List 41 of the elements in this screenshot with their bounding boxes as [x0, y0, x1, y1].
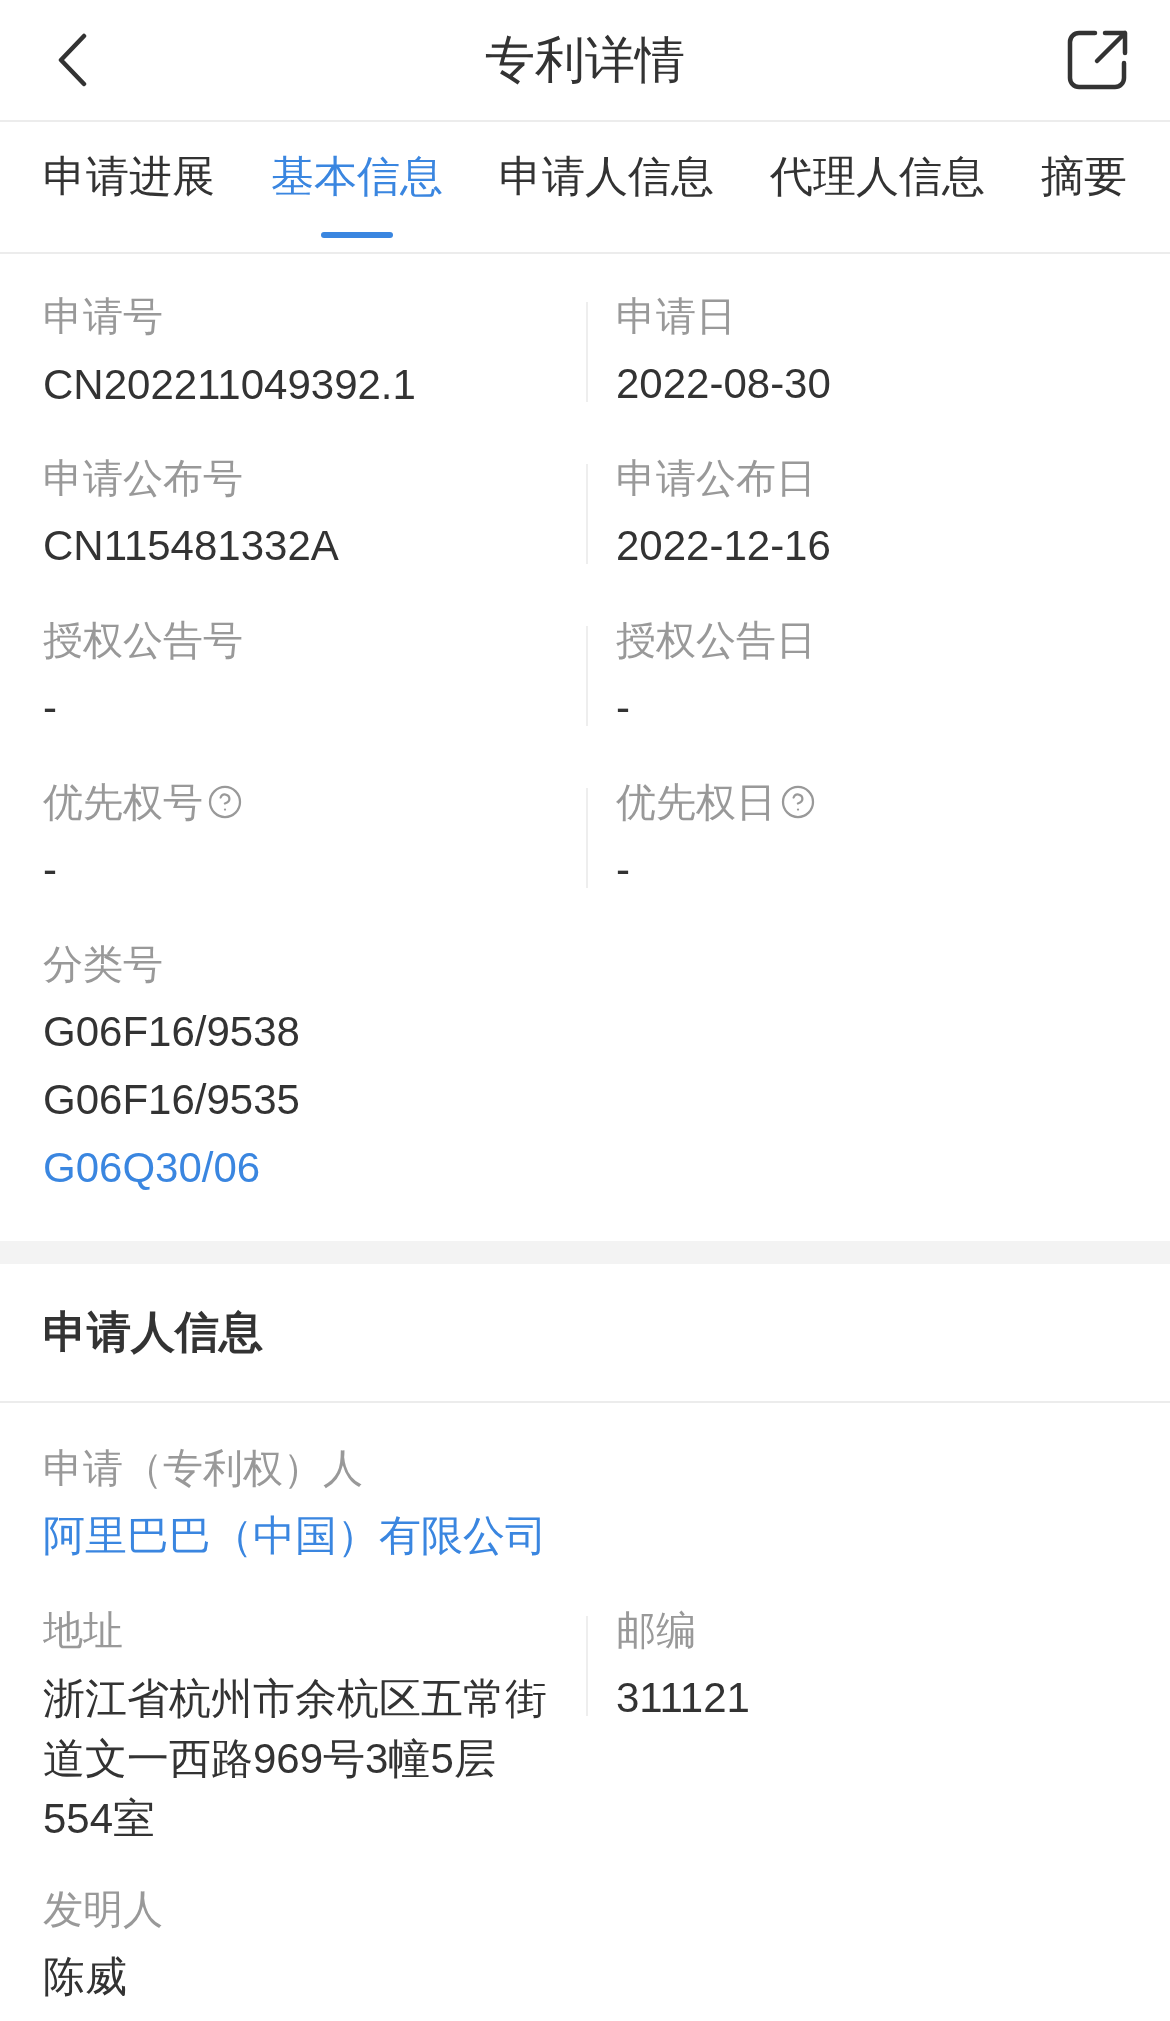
field-value: - — [43, 845, 58, 895]
field-label: 授权公告号 — [43, 617, 243, 664]
back-icon — [57, 33, 87, 87]
tab[interactable]: 代理人信息 — [770, 122, 985, 252]
tab[interactable]: 摘要 — [1041, 122, 1127, 252]
field-label: 申请公布号 — [43, 455, 243, 502]
help-icon[interactable] — [207, 784, 243, 820]
field-label: 申请号 — [43, 293, 163, 340]
field-label: 授权公告日 — [616, 617, 816, 664]
field-label: 优先权日 — [616, 779, 776, 826]
field-label: 申请日 — [616, 293, 736, 340]
field-link[interactable]: G06Q30/06 — [43, 1134, 563, 1202]
share-icon — [1067, 29, 1129, 91]
field-label: 发明人 — [43, 1886, 163, 1933]
page-title: 专利详情 — [485, 30, 685, 90]
field-label: 地址 — [43, 1607, 123, 1654]
help-icon[interactable] — [780, 784, 816, 820]
tab-indicator — [321, 232, 393, 238]
field-value: G06F16/9538 — [43, 1007, 301, 1057]
field-label: 优先权号 — [43, 779, 203, 826]
field-value: 浙江省杭州市余杭区五常街道文一西路969号3幢5层554室 — [43, 1674, 548, 1844]
field-value: CN115481332A — [43, 521, 340, 571]
field-label: 邮编 — [616, 1607, 696, 1654]
field-value: G06F16/9535 — [43, 1075, 301, 1125]
tab[interactable]: 基本信息 — [271, 122, 443, 252]
field-value: - — [616, 683, 631, 733]
field-value: 陈威 — [43, 1952, 128, 2002]
section-title: 申请人信息 — [43, 1306, 263, 1358]
field-label: 申请（专利权）人 — [43, 1445, 363, 1492]
field-value: - — [43, 683, 58, 733]
tab[interactable]: 申请人信息 — [499, 122, 714, 252]
tab[interactable]: 申请进展 — [43, 122, 215, 252]
field-value: 2022-08-30 — [616, 359, 832, 409]
share-button[interactable] — [1066, 28, 1130, 92]
field-link[interactable]: 阿里巴巴（中国）有限公司 — [43, 1502, 563, 1570]
field-value: 311121 — [616, 1673, 751, 1723]
field-label: 申请公布日 — [616, 455, 816, 502]
field-value: - — [616, 845, 631, 895]
field-value: 2022-12-16 — [616, 521, 832, 571]
field-label: 分类号 — [43, 941, 163, 988]
field-value: CN202211049392.1 — [43, 360, 417, 410]
